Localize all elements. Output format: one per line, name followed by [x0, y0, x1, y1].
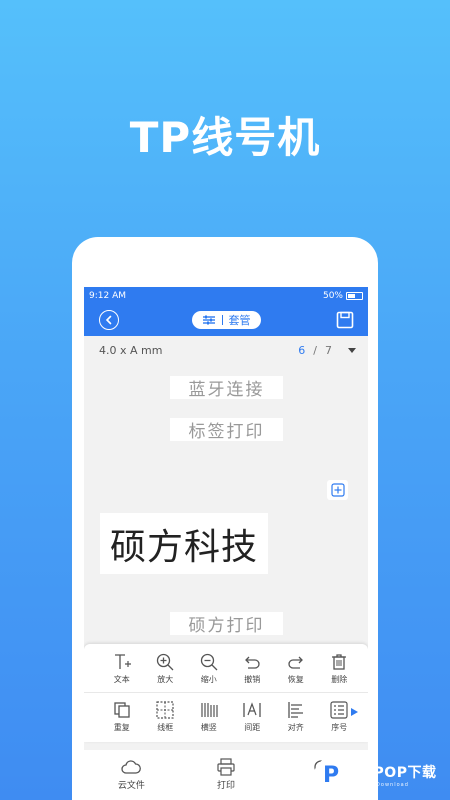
tool-label: 缩小: [200, 674, 217, 684]
tool-label: 文本: [113, 674, 130, 684]
status-time: 9:12 AM: [89, 290, 126, 301]
tool-label: 间距: [244, 723, 261, 732]
cloud-icon: [121, 760, 142, 774]
pill-divider: [221, 315, 223, 325]
text-tool-button[interactable]: 文本: [100, 652, 144, 685]
chevron-left-icon: [105, 315, 112, 325]
tool-label: 撤销: [244, 674, 261, 684]
battery-icon: [346, 291, 363, 300]
watermark-text: PCPOP下载 PCPOP Download: [352, 762, 436, 788]
plus-square-icon: [330, 483, 345, 497]
spacing-icon: [243, 702, 261, 717]
align-icon: [288, 702, 303, 718]
caret-down-icon: [348, 347, 356, 353]
delete-button[interactable]: 删除: [318, 652, 362, 685]
text-box-bluetooth[interactable]: 蓝牙连接: [170, 376, 283, 400]
list-number-icon: [330, 701, 348, 719]
tool-label: 删除: [331, 674, 348, 684]
redo-icon: [288, 656, 303, 669]
mode-label: 套管: [228, 314, 251, 327]
save-button[interactable]: [336, 311, 354, 329]
repeat-button[interactable]: 重复: [100, 700, 144, 733]
tab-print[interactable]: 打印: [179, 758, 274, 791]
current-page: 6: [298, 343, 306, 357]
watermark-brand: PCPOP下载: [352, 765, 437, 781]
label-canvas[interactable]: 蓝牙连接 标签打印 硕方科技 硕方打印: [84, 364, 368, 664]
undo-button[interactable]: 撤销: [231, 652, 275, 685]
text-box-shuofang-print[interactable]: 硕方打印: [170, 612, 283, 636]
pcpop-watermark: P PCPOP下载 PCPOP Download: [314, 756, 450, 794]
frame-button[interactable]: 线框: [144, 700, 188, 733]
pcpop-logo-icon: P: [314, 758, 348, 792]
label-size: 4.0 x A mm: [99, 343, 163, 357]
page-selector[interactable]: 6 / 7: [298, 344, 356, 357]
align-button[interactable]: 对齐: [274, 700, 318, 733]
nav-bar: 套管: [84, 304, 368, 336]
tool-label: 线框: [157, 723, 174, 732]
tool-label: 重复: [113, 723, 130, 732]
orientation-icon: [201, 703, 218, 717]
tool-label: 恢复: [287, 674, 304, 684]
tool-panel: 文本 放大 缩小 撤销 恢复 删除 重复 线框 横竖 间距 对齐 序号: [84, 644, 368, 742]
redo-button[interactable]: 恢复: [274, 652, 318, 685]
size-bar: 4.0 x A mm 6 / 7: [84, 336, 368, 364]
text-box-label-print[interactable]: 标签打印: [170, 418, 283, 442]
save-icon: [336, 311, 354, 329]
zoom-in-button[interactable]: 放大: [144, 652, 188, 685]
app-screen: 9:12 AM 50% 套管 4.0 x A mm 6 / 7 蓝牙连接 标签打…: [84, 287, 368, 800]
serial-number-button[interactable]: 序号: [318, 700, 362, 733]
trash-icon: [332, 653, 347, 670]
tab-cloud-files[interactable]: 云文件: [84, 758, 179, 791]
spacing-button[interactable]: 间距: [231, 700, 275, 733]
printer-icon: [217, 758, 235, 776]
tab-label: 打印: [217, 781, 236, 791]
text-add-icon: [114, 653, 131, 669]
orientation-button[interactable]: 横竖: [187, 700, 231, 733]
text-box-company[interactable]: 硕方科技: [100, 513, 268, 574]
tool-label: 放大: [157, 674, 174, 684]
copy-icon: [114, 702, 130, 718]
sliders-icon: [202, 315, 215, 325]
watermark-sub: PCPOP Download: [352, 782, 409, 788]
more-tools-arrow-icon[interactable]: [351, 708, 358, 716]
tool-label: 横竖: [200, 723, 217, 732]
zoom-out-icon: [200, 653, 218, 670]
zoom-in-icon: [157, 653, 174, 670]
promo-headline: TP线号机: [129, 113, 321, 162]
undo-icon: [245, 656, 260, 669]
battery-percent: 50%: [322, 290, 343, 301]
tool-row-edit: 文本 放大 缩小 撤销 恢复 删除: [84, 644, 368, 692]
tool-row-format: 重复 线框 横竖 间距 对齐 序号: [84, 692, 368, 740]
battery-indicator: 50%: [323, 291, 363, 301]
tool-label: 对齐: [287, 723, 304, 732]
back-button[interactable]: [99, 310, 119, 330]
tab-label: 云文件: [117, 781, 145, 791]
total-pages: 7: [325, 343, 332, 357]
frame-icon: [156, 701, 174, 719]
status-bar: 9:12 AM 50%: [84, 287, 368, 304]
mode-selector-pill[interactable]: 套管: [191, 311, 261, 329]
add-element-button[interactable]: [327, 480, 348, 500]
page-separator: /: [313, 343, 317, 357]
tool-label: 序号: [331, 723, 348, 732]
zoom-out-button[interactable]: 缩小: [187, 652, 231, 685]
